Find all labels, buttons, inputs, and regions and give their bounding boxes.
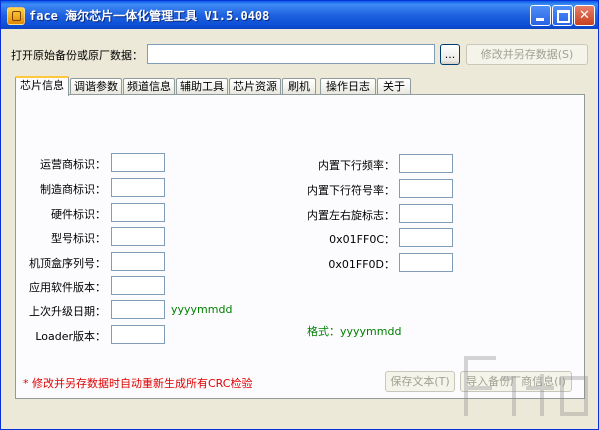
stb-serial-label: 机顶盒序列号： bbox=[29, 257, 106, 270]
title-bar[interactable]: face 海尔芯片一体化管理工具 V1.5.0408 ✕ bbox=[1, 1, 598, 29]
loader-version-label: Loader版本： bbox=[35, 330, 106, 343]
open-data-label: 打开原始备份或原厂数据： bbox=[11, 49, 143, 62]
addr-01ff0c-label: 0x01FF0C： bbox=[329, 233, 395, 246]
tab-tuning-params[interactable]: 调谐参数 bbox=[70, 78, 122, 94]
file-path-input[interactable] bbox=[147, 44, 435, 64]
builtin-polarization-label: 内置左右旋标志： bbox=[307, 209, 395, 222]
tab-chip-resources[interactable]: 芯片资源 bbox=[229, 78, 281, 94]
builtin-polarization-input[interactable] bbox=[399, 204, 453, 223]
builtin-symbol-rate-label: 内置下行符号率： bbox=[307, 184, 395, 197]
addr-01ff0c-input[interactable] bbox=[399, 228, 453, 247]
maximize-button[interactable] bbox=[552, 5, 573, 26]
manufacturer-id-label: 制造商标识： bbox=[40, 183, 106, 196]
model-id-label: 型号标识： bbox=[51, 232, 106, 245]
tab-channel-info[interactable]: 频道信息 bbox=[123, 78, 175, 94]
manufacturer-id-input[interactable] bbox=[111, 178, 165, 197]
watermark-logo bbox=[464, 356, 588, 416]
stb-serial-input[interactable] bbox=[111, 252, 165, 271]
tab-operation-log[interactable]: 操作日志 bbox=[320, 78, 376, 94]
date-format-hint: yyyymmdd bbox=[171, 303, 233, 316]
model-id-input[interactable] bbox=[111, 227, 165, 246]
browse-button[interactable]: ... bbox=[440, 44, 460, 65]
tab-about[interactable]: 关于 bbox=[377, 78, 411, 94]
app-icon bbox=[7, 7, 25, 25]
close-icon: ✕ bbox=[579, 8, 590, 23]
window-title: face 海尔芯片一体化管理工具 V1.5.0408 bbox=[29, 9, 270, 23]
hardware-id-label: 硬件标识： bbox=[51, 208, 106, 221]
hardware-id-input[interactable] bbox=[111, 203, 165, 222]
modify-save-as-button[interactable]: 修改并另存数据(S) bbox=[466, 44, 588, 65]
app-version-label: 应用软件版本： bbox=[29, 281, 106, 294]
app-window: face 海尔芯片一体化管理工具 V1.5.0408 ✕ 打开原始备份或原厂数据… bbox=[0, 0, 599, 430]
last-upgrade-date-label: 上次升级日期： bbox=[29, 305, 106, 318]
builtin-freq-input[interactable] bbox=[399, 154, 453, 173]
last-upgrade-date-input[interactable] bbox=[111, 300, 165, 319]
loader-version-input[interactable] bbox=[111, 325, 165, 344]
minimize-button[interactable] bbox=[530, 5, 551, 26]
crc-note: * 修改并另存数据时自动重新生成所有CRC检验 bbox=[23, 377, 253, 390]
operator-id-label: 运营商标识： bbox=[40, 158, 106, 171]
save-text-button[interactable]: 保存文本(T) bbox=[385, 371, 455, 392]
builtin-symbol-rate-input[interactable] bbox=[399, 179, 453, 198]
format-hint: 格式：yyyymmdd bbox=[307, 325, 402, 338]
tab-flash[interactable]: 刷机 bbox=[282, 78, 316, 94]
tab-chip-info[interactable]: 芯片信息 bbox=[15, 76, 69, 96]
app-version-input[interactable] bbox=[111, 276, 165, 295]
addr-01ff0d-input[interactable] bbox=[399, 253, 453, 272]
builtin-freq-label: 内置下行频率： bbox=[318, 159, 395, 172]
close-button[interactable]: ✕ bbox=[574, 5, 595, 26]
tab-aux-tools[interactable]: 辅助工具 bbox=[176, 78, 228, 94]
operator-id-input[interactable] bbox=[111, 153, 165, 172]
addr-01ff0d-label: 0x01FF0D： bbox=[328, 258, 395, 271]
